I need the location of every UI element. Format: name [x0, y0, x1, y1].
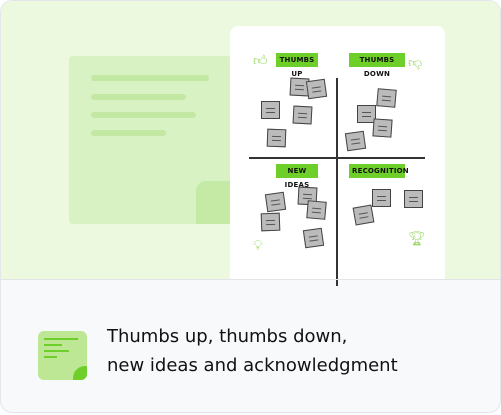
preview-area: THUMBS UP THUMBS DOWN NEW IDEAS RECOGNIT…: [1, 1, 500, 286]
thumbs-up-icon: 👍︎: [253, 53, 268, 69]
sticky-note: [372, 118, 393, 138]
sticky-note: [344, 130, 367, 152]
sticky-note: [292, 105, 313, 125]
title-line-2: new ideas and acknowledgment: [107, 355, 398, 376]
template-card[interactable]: THUMBS UP THUMBS DOWN NEW IDEAS RECOGNIT…: [0, 0, 501, 413]
trophy-icon: 🏆︎: [408, 231, 426, 247]
quadrant-label-recognition: RECOGNITION: [349, 164, 409, 178]
card-footer: Thumbs up, thumbs down, new ideas and ac…: [1, 279, 500, 412]
sticky-note: [266, 128, 287, 148]
title-line-1: Thumbs up, thumbs down,: [107, 326, 348, 347]
sticky-note: [305, 78, 328, 100]
sticky-note: [306, 200, 327, 220]
sticky-note: [372, 189, 391, 207]
vertical-divider: [336, 78, 338, 286]
lightbulb-icon: 💡︎: [253, 238, 263, 254]
sticky-note: [260, 212, 281, 232]
sticky-note: [352, 204, 375, 226]
template-title: Thumbs up, thumbs down, new ideas and ac…: [107, 322, 398, 380]
quadrant-label-new-ideas: NEW IDEAS: [276, 164, 318, 189]
sticky-note: [302, 227, 325, 249]
sticky-note: [404, 190, 423, 208]
sticky-note-icon: [38, 331, 87, 380]
quadrant-label-thumbs-down: THUMBS DOWN: [349, 53, 405, 78]
horizontal-divider: [249, 157, 425, 159]
sticky-note: [261, 101, 280, 119]
quadrant-label-thumbs-up: THUMBS UP: [276, 53, 318, 78]
retro-board-preview: THUMBS UP THUMBS DOWN NEW IDEAS RECOGNIT…: [230, 26, 445, 286]
thumbs-down-icon: 👎︎: [408, 55, 423, 71]
sticky-note: [264, 191, 287, 213]
note-fold-decoration: [196, 181, 231, 224]
sticky-note: [376, 88, 397, 108]
